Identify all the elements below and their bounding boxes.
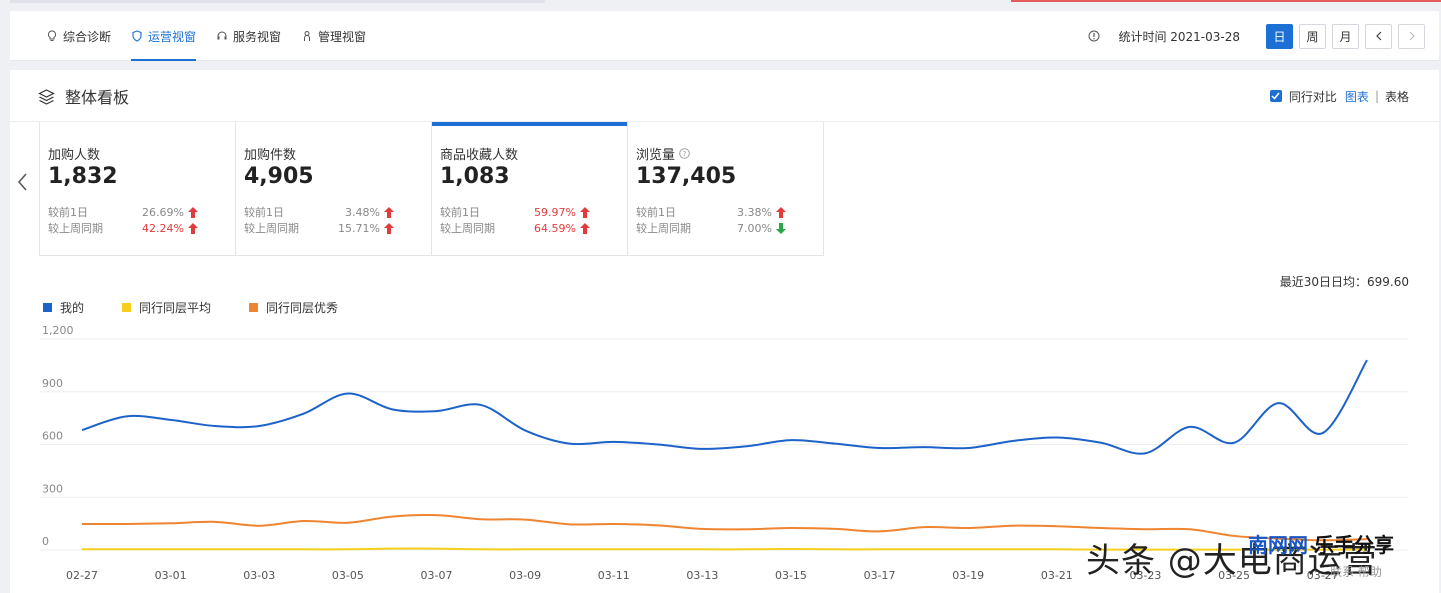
- x-tick-label: 02-27: [66, 569, 98, 582]
- stat-time: 统计时间 2021-03-28: [1118, 29, 1240, 44]
- chevron-right-icon: [1409, 31, 1415, 41]
- tab-label: 运营视窗: [148, 29, 197, 44]
- period-month-button[interactable]: 月: [1332, 23, 1359, 49]
- tab-label: 服务视窗: [233, 29, 282, 44]
- next-date-button[interactable]: [1398, 23, 1425, 49]
- y-tick-label: 1,200: [42, 324, 74, 337]
- x-tick-label: 03-03: [243, 569, 275, 582]
- top-shadow-bar: [10, 0, 545, 3]
- tab-management[interactable]: 管理视窗: [301, 11, 366, 61]
- top-strip: [0, 0, 1441, 4]
- x-tick-label: 03-11: [598, 569, 630, 582]
- tab-label: 管理视窗: [318, 29, 367, 44]
- x-tick-label: 03-05: [332, 569, 364, 582]
- watermark-brand: 南网网 乐手分享: [1248, 529, 1394, 558]
- tab-service[interactable]: 服务视窗: [216, 11, 281, 61]
- info-icon[interactable]: [1088, 30, 1100, 42]
- y-tick-label: 600: [42, 430, 63, 443]
- overview-panel: 整体看板 同行对比 图表 | 表格 加购人数 1,832 较前1日 26.69%…: [10, 70, 1439, 593]
- x-tick-label: 03-19: [952, 569, 984, 582]
- tab-diagnosis[interactable]: 综合诊断: [46, 11, 111, 61]
- shield-icon: [132, 30, 142, 42]
- top-red-line: [1011, 0, 1441, 2]
- tab-label: 综合诊断: [63, 29, 112, 44]
- tab-operations[interactable]: 运营视窗: [131, 11, 197, 61]
- view-tabs: 综合诊断 运营视窗 服务视窗 管理视窗: [46, 11, 386, 61]
- watermark-brand-a: 南网网: [1248, 533, 1308, 557]
- x-tick-label: 03-17: [864, 569, 896, 582]
- trend-line-chart: 0 300 600 900 1,200 02-27 03-01 03-03 03-05 03-07…: [40, 324, 1408, 582]
- chevron-left-icon: [1375, 31, 1381, 41]
- x-tick-label: 03-09: [509, 569, 541, 582]
- x-tick-label: 03-01: [155, 569, 187, 582]
- y-tick-label: 0: [42, 535, 49, 548]
- x-tick-label: 03-07: [420, 569, 452, 582]
- prev-date-button[interactable]: [1365, 23, 1392, 49]
- watermark-brand-b: 乐手分享: [1314, 533, 1394, 557]
- x-tick-label: 03-13: [686, 569, 718, 582]
- period-day-button[interactable]: 日: [1266, 23, 1293, 49]
- x-tick-label: 03-21: [1041, 569, 1073, 582]
- view-nav-bar: 综合诊断 运营视窗 服务视窗 管理视窗 统计时间 2021-03-28 日 周 …: [10, 11, 1439, 61]
- period-week-button[interactable]: 周: [1299, 23, 1326, 49]
- headset-icon: [217, 31, 227, 40]
- watermark-small: 联系 帮助: [1330, 565, 1382, 579]
- series-line-mine: [81, 359, 1368, 455]
- y-tick-label: 900: [42, 377, 63, 390]
- lightbulb-icon: [47, 30, 57, 41]
- person-icon: [304, 31, 311, 41]
- x-tick-label: 03-15: [775, 569, 807, 582]
- y-tick-label: 300: [42, 482, 63, 495]
- date-controls: 统计时间 2021-03-28 日 周 月: [1088, 11, 1425, 61]
